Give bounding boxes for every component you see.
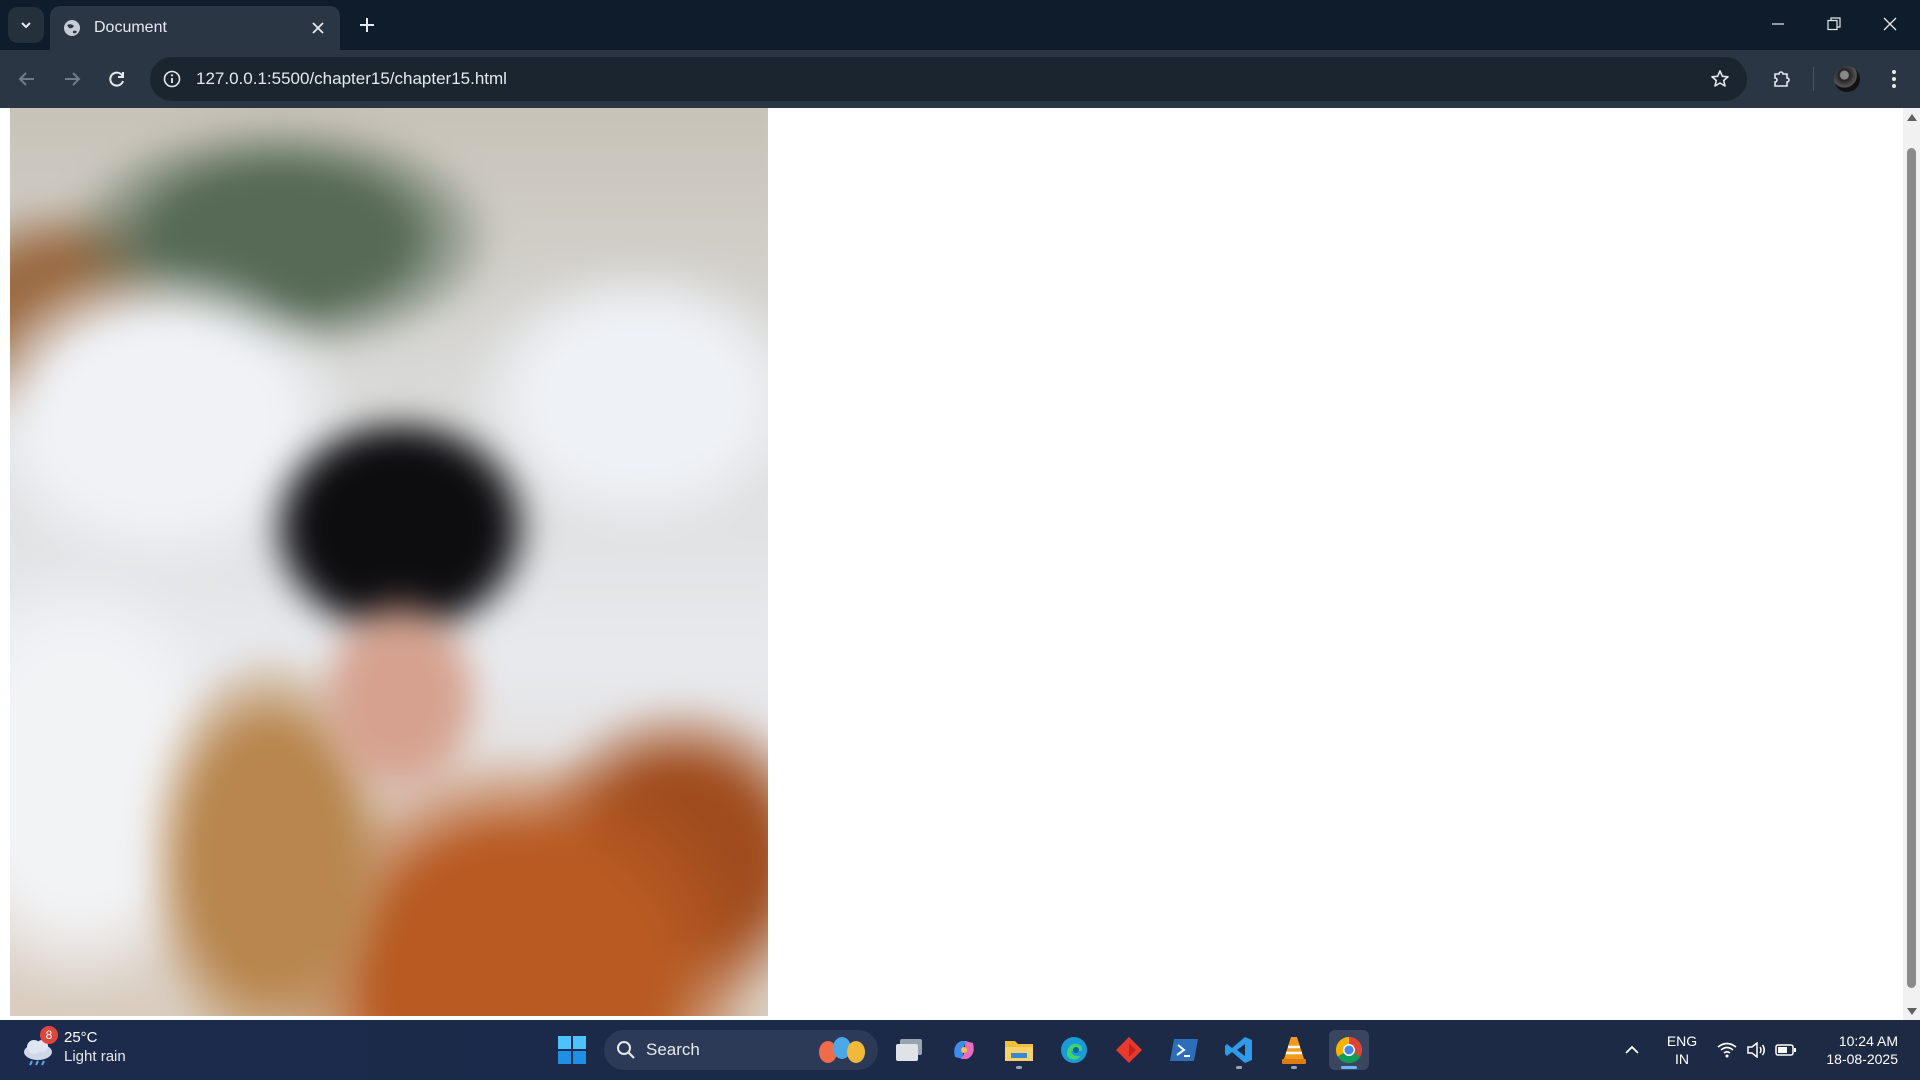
input-language[interactable]: ENG IN	[1662, 1032, 1702, 1068]
show-hidden-icons-button[interactable]	[1620, 1038, 1644, 1062]
scrollbar-thumb[interactable]	[1907, 148, 1916, 988]
running-indicator	[1236, 1066, 1242, 1069]
new-tab-button[interactable]	[352, 10, 382, 40]
bookmark-button[interactable]	[1705, 64, 1735, 94]
profile-avatar[interactable]	[1834, 66, 1860, 92]
edge-icon	[1061, 1037, 1087, 1063]
minimize-button[interactable]	[1750, 0, 1806, 48]
clock-date: 18-08-2025	[1826, 1051, 1898, 1067]
arrow-left-icon	[18, 72, 34, 86]
chrome-icon	[1335, 1036, 1363, 1064]
close-icon	[312, 22, 324, 34]
git-button[interactable]	[1109, 1030, 1149, 1070]
close-icon	[1883, 17, 1897, 31]
balloons-icon	[819, 1037, 865, 1063]
running-indicator	[1291, 1066, 1297, 1069]
folder-icon	[1005, 1041, 1033, 1061]
arrow-right-icon	[65, 72, 81, 86]
system-clock[interactable]: 10:24 AM 18-08-2025	[1812, 1032, 1898, 1068]
windows-logo-icon	[558, 1036, 586, 1064]
page-viewport	[0, 108, 1920, 1020]
chevron-down-icon	[21, 22, 31, 29]
chrome-button[interactable]	[1329, 1030, 1369, 1070]
vertical-scrollbar[interactable]	[1903, 108, 1920, 1020]
terminal-icon	[1170, 1039, 1198, 1061]
globe-icon	[64, 20, 80, 36]
clock-time: 10:24 AM	[1838, 1033, 1898, 1049]
search-icon	[617, 1041, 635, 1059]
wifi-icon	[1717, 1042, 1737, 1058]
browser-tab[interactable]: Document	[50, 6, 340, 50]
file-explorer-button[interactable]	[999, 1030, 1039, 1070]
triangle-up-icon	[1906, 113, 1917, 121]
photo-blur-layer	[10, 108, 768, 1016]
taskbar-search[interactable]: Search	[604, 1030, 878, 1070]
reload-button[interactable]	[101, 63, 133, 95]
toolbar-separator	[1813, 67, 1814, 91]
wifi-button[interactable]	[1715, 1038, 1739, 1062]
star-icon	[1711, 70, 1729, 87]
task-view-icon	[896, 1039, 922, 1061]
tab-title: Document	[94, 19, 167, 36]
powershell-button[interactable]	[1164, 1030, 1204, 1070]
vlc-button[interactable]	[1274, 1030, 1314, 1070]
site-info-button[interactable]	[158, 65, 186, 93]
close-window-button[interactable]	[1862, 0, 1918, 48]
browser-menu-button[interactable]	[1878, 63, 1910, 95]
vscode-icon	[1225, 1037, 1252, 1063]
weather-widget[interactable]: 8 25°C Light rain	[20, 1026, 126, 1066]
start-button[interactable]	[552, 1030, 592, 1070]
minimize-icon	[1772, 23, 1784, 25]
weather-badge: 8	[40, 1026, 58, 1044]
git-diamond-icon	[1116, 1037, 1142, 1063]
copilot-icon	[954, 1041, 974, 1059]
info-icon	[163, 70, 181, 88]
tab-strip: Document	[0, 0, 1920, 50]
weather-condition: Light rain	[64, 1048, 126, 1065]
running-indicator	[1341, 1066, 1357, 1069]
restore-button[interactable]	[1806, 0, 1862, 48]
language-region: IN	[1675, 1051, 1689, 1067]
task-view-button[interactable]	[889, 1030, 929, 1070]
extensions-button[interactable]	[1766, 63, 1798, 95]
battery-icon	[1775, 1044, 1796, 1056]
battery-button[interactable]	[1774, 1038, 1798, 1062]
windows-taskbar: 8 25°C Light rain Search ENG IN 10:24 AM…	[0, 1020, 1920, 1080]
plus-icon	[360, 18, 374, 32]
back-button[interactable]	[11, 63, 43, 95]
restore-icon	[1827, 17, 1841, 31]
triangle-down-icon	[1906, 1007, 1917, 1015]
puzzle-icon	[1774, 71, 1790, 87]
forward-button[interactable]	[56, 63, 88, 95]
scroll-down-button[interactable]	[1903, 1003, 1920, 1020]
address-bar[interactable]: 127.0.0.1:5500/chapter15/chapter15.html	[150, 57, 1747, 101]
url-text[interactable]: 127.0.0.1:5500/chapter15/chapter15.html	[196, 69, 1705, 89]
scroll-up-button[interactable]	[1903, 108, 1920, 125]
language-code: ENG	[1666, 1033, 1698, 1049]
kebab-menu-icon	[1892, 70, 1896, 88]
speaker-icon	[1747, 1042, 1765, 1058]
weather-cloud-icon: 8	[20, 1026, 58, 1066]
volume-button[interactable]	[1744, 1038, 1768, 1062]
weather-temperature: 25°C	[64, 1029, 98, 1046]
copilot-button[interactable]	[944, 1030, 984, 1070]
vscode-button[interactable]	[1219, 1030, 1259, 1070]
reload-icon	[109, 71, 124, 87]
search-label: Search	[646, 1040, 700, 1059]
tab-search-button[interactable]	[8, 7, 44, 43]
chevron-up-icon	[1625, 1045, 1639, 1054]
vlc-cone-icon	[1282, 1037, 1306, 1064]
edge-button[interactable]	[1054, 1030, 1094, 1070]
running-indicator	[1016, 1066, 1022, 1069]
tab-close-button[interactable]	[308, 18, 328, 38]
blurred-photo	[10, 108, 768, 1016]
browser-toolbar: 127.0.0.1:5500/chapter15/chapter15.html	[0, 50, 1920, 108]
